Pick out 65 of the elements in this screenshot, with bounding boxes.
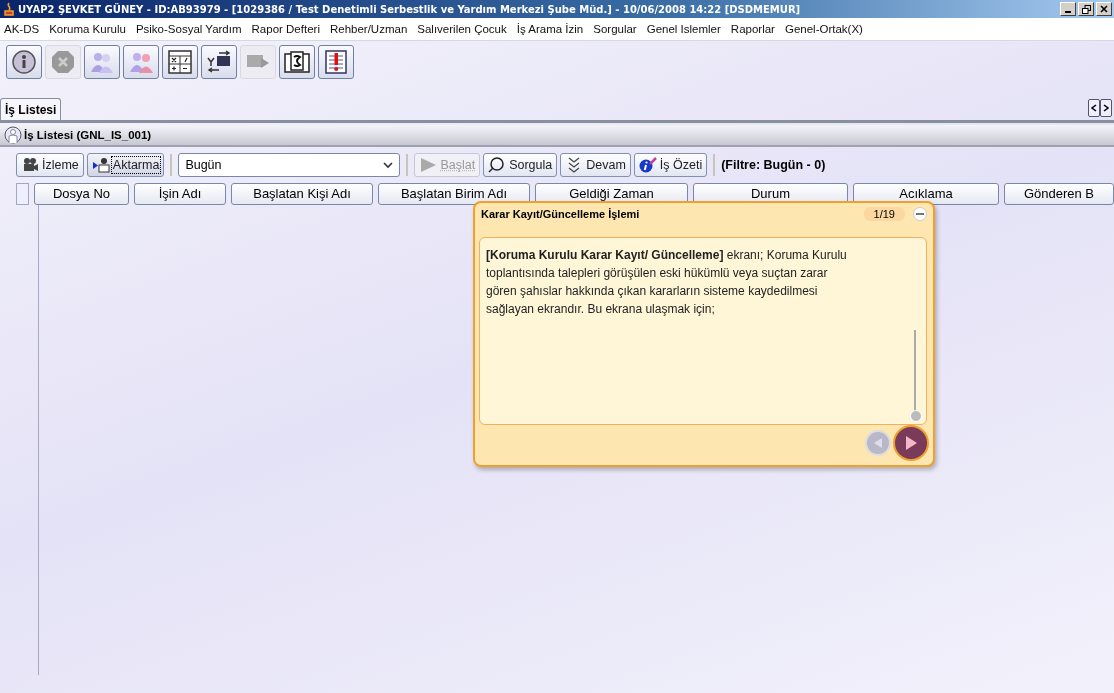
window-title: UYAP2 ŞEVKET GÜNEY - ID:AB93979 - [1029386 / Test Denetimli Serbestlik ve Yardım Merkezi Şube Müd.] - 10/06/2008 14:22 [DSDMEMUR] [18, 3, 802, 15]
collapse-button[interactable] [913, 207, 927, 221]
column-header[interactable]: Gönderen B [1004, 183, 1114, 205]
info-icon-button[interactable] [6, 45, 42, 79]
column-header[interactable]: Acıklama [853, 183, 999, 205]
minus-icon [916, 213, 924, 215]
column-header[interactable]: Başlatan Birim Adı [378, 183, 530, 205]
page-counter: 1/19 [863, 207, 905, 221]
triangle-left-icon [873, 437, 883, 449]
scroll-left-button[interactable] [1088, 99, 1100, 117]
menu-item[interactable]: Rehber/Uzman [329, 23, 408, 35]
tip-title: Karar Kayıt/Güncelleme İşlemi [481, 208, 641, 220]
close-icon [1100, 5, 1108, 13]
book-icon-button[interactable] [279, 45, 315, 79]
info-icon [10, 48, 38, 76]
menu-item[interactable]: Salıverilen Çocuk [417, 23, 507, 35]
menu-item[interactable]: Psiko-Sosyal Yardım [135, 23, 242, 35]
menu-item[interactable]: Sorgular [593, 23, 637, 35]
person-icon [4, 126, 22, 144]
calculator-icon [166, 48, 194, 76]
monitor-button[interactable]: İzleme [16, 153, 84, 177]
scroll-right-button[interactable] [1100, 99, 1112, 117]
filter-dropdown[interactable]: Bugün [178, 153, 401, 177]
panel-title: İş Listesi (GNL_IS_001) [24, 129, 152, 141]
alert-icon-button[interactable] [318, 45, 354, 79]
minimize-button[interactable] [1060, 2, 1076, 16]
triangle-right-icon [904, 435, 918, 451]
play-icon [419, 157, 438, 173]
close-button[interactable] [1096, 2, 1112, 16]
info-pen-icon [638, 157, 657, 173]
chevron-down-icon [383, 161, 394, 169]
menu-item[interactable]: İş Arama İzin [516, 23, 584, 35]
exchange-icon-button[interactable] [201, 45, 237, 79]
column-header[interactable]: Dosya No [34, 183, 129, 205]
next-button[interactable] [893, 425, 929, 461]
book-icon [283, 48, 311, 76]
transfer-button[interactable]: Aktarma [86, 153, 165, 177]
search-icon [488, 157, 507, 173]
menu-item[interactable]: Genel Islemler [646, 23, 721, 35]
restore-button[interactable] [1078, 2, 1094, 16]
flame-icon [4, 2, 14, 16]
chevron-right-icon [1103, 104, 1109, 112]
users-icon-button[interactable] [123, 45, 159, 79]
menu-item[interactable]: Genel-Ortak(X) [784, 23, 863, 35]
stop-icon [49, 48, 77, 76]
continue-button[interactable]: Devam [560, 153, 631, 177]
menu-item[interactable]: AK-DS [4, 23, 40, 35]
alert-icon [322, 48, 350, 76]
menu-item[interactable]: Rapor Defteri [251, 23, 320, 35]
filter-status: (Filtre: Bugün - 0) [721, 158, 826, 172]
menu-item[interactable]: Raporlar [730, 23, 775, 35]
tab[interactable]: İş Listesi [0, 98, 62, 120]
column-header[interactable]: Başlatan Kişi Adı [231, 183, 373, 205]
camera-icon [21, 157, 39, 173]
column-header[interactable]: İşin Adı [134, 183, 226, 205]
tip-text: [Koruma Kurulu Karar Kayıt/ Güncelleme] ekranı; Koruma Kurulu toplantısında talepleri görüşülen eski hükümlü veya suçtan zarar gören şahıslar hakkında çıkan kararların sisteme kaydedilmesi sağlayan ekrandır. Bu ekrana ulaşmak için; [486, 247, 848, 318]
chevron-left-icon [1091, 104, 1097, 112]
people-icon-button[interactable] [84, 45, 120, 79]
calculator-icon-button[interactable] [162, 45, 198, 79]
search-button[interactable]: Sorgula [483, 153, 558, 177]
exchange-icon [205, 48, 233, 76]
menu-item[interactable]: Koruma Kurulu [49, 23, 126, 35]
summary-button[interactable]: İş Özeti [633, 153, 708, 177]
restore-icon [1081, 4, 1091, 14]
person-arrow-icon [91, 157, 110, 173]
